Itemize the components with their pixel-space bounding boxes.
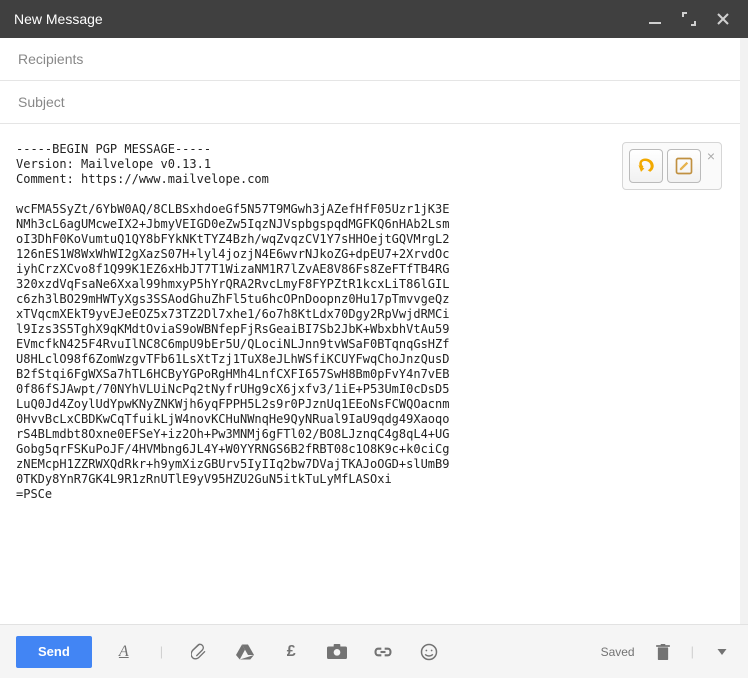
compose-titlebar: New Message — [0, 0, 748, 38]
subject-input[interactable] — [16, 93, 732, 111]
compose-icon[interactable] — [667, 149, 701, 183]
more-icon[interactable] — [712, 642, 732, 662]
insert-link-icon[interactable] — [373, 642, 393, 662]
mailvelope-close-icon[interactable]: × — [707, 149, 715, 163]
compose-title: New Message — [14, 11, 632, 27]
subject-row — [0, 81, 748, 124]
compose-body[interactable]: × -----BEGIN PGP MESSAGE----- Version: M… — [0, 124, 748, 502]
close-icon[interactable] — [712, 8, 734, 30]
minimize-icon[interactable] — [644, 8, 666, 30]
recipients-row — [0, 38, 748, 81]
drive-icon[interactable] — [235, 642, 255, 662]
undo-icon[interactable] — [629, 149, 663, 183]
recipients-input[interactable] — [16, 50, 732, 68]
mailvelope-panel: × — [622, 142, 722, 190]
send-button[interactable]: Send — [16, 636, 92, 668]
separator: | — [160, 644, 163, 659]
format-icon[interactable]: A — [114, 642, 134, 662]
footer-right: Saved | — [601, 642, 732, 662]
insert-emoji-icon[interactable] — [419, 642, 439, 662]
message-body-text[interactable]: -----BEGIN PGP MESSAGE----- Version: Mai… — [16, 142, 732, 502]
fullscreen-icon[interactable] — [678, 8, 700, 30]
insert-money-icon[interactable]: £ — [281, 642, 301, 662]
trash-icon[interactable] — [653, 642, 673, 662]
insert-photo-icon[interactable] — [327, 642, 347, 662]
compose-footer: Send A | £ — [0, 624, 748, 678]
saved-status: Saved — [601, 645, 635, 659]
separator: | — [691, 644, 694, 659]
formatting-toolbar: A | £ — [114, 642, 439, 662]
attach-icon[interactable] — [189, 642, 209, 662]
scrollbar-track[interactable] — [740, 38, 748, 624]
